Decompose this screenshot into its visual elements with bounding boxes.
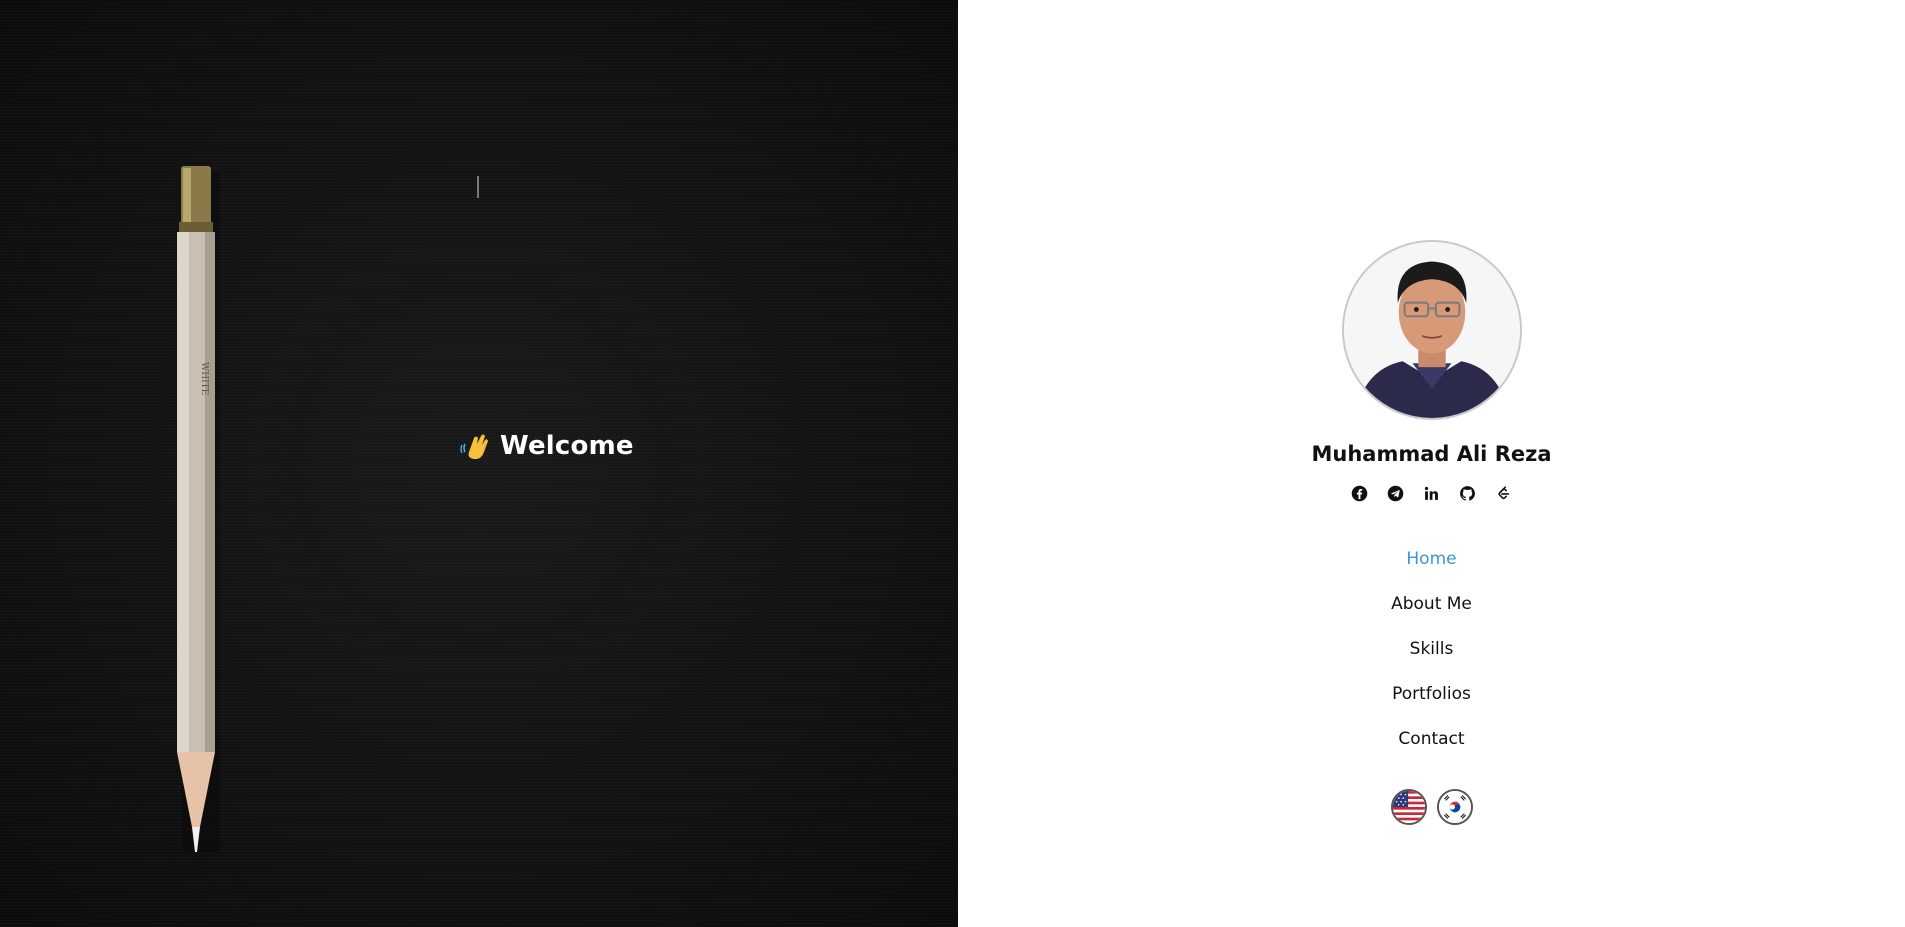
leetcode-link[interactable] bbox=[1495, 484, 1513, 502]
hero-section: WHITE Welcome bbox=[0, 0, 958, 927]
facebook-icon bbox=[1351, 485, 1368, 501]
waving-hand-icon bbox=[460, 434, 488, 460]
language-switcher bbox=[1390, 789, 1473, 825]
nav-item-home[interactable]: Home bbox=[1406, 536, 1456, 581]
main-nav: Home About Me Skills Portfolios Contact bbox=[1391, 536, 1472, 761]
linkedin-icon bbox=[1424, 486, 1438, 500]
welcome-text: Welcome bbox=[500, 431, 634, 461]
nav-item-contact[interactable]: Contact bbox=[1398, 716, 1464, 761]
leetcode-icon bbox=[1498, 485, 1510, 499]
github-icon bbox=[1460, 485, 1475, 501]
pencil-image: WHITE bbox=[177, 166, 220, 852]
us-flag-icon[interactable] bbox=[1390, 789, 1427, 825]
svg-text:WHITE: WHITE bbox=[199, 362, 209, 395]
sidebar: Muhammad Ali Reza Home About Me Skills P… bbox=[958, 0, 1905, 927]
typing-cursor bbox=[477, 176, 479, 198]
facebook-link[interactable] bbox=[1351, 484, 1369, 502]
profile-photo bbox=[1343, 242, 1520, 418]
korea-flag-icon[interactable] bbox=[1436, 789, 1473, 825]
github-link[interactable] bbox=[1459, 484, 1477, 502]
nav-item-skills[interactable]: Skills bbox=[1410, 626, 1454, 671]
social-links bbox=[1351, 484, 1513, 502]
welcome-heading: Welcome bbox=[460, 430, 634, 462]
telegram-link[interactable] bbox=[1387, 484, 1405, 502]
linkedin-link[interactable] bbox=[1423, 484, 1441, 502]
profile-section: Muhammad Ali Reza Home About Me Skills P… bbox=[958, 240, 1905, 825]
nav-item-portfolios[interactable]: Portfolios bbox=[1392, 671, 1471, 716]
nav-item-about-me[interactable]: About Me bbox=[1391, 581, 1472, 626]
profile-name: Muhammad Ali Reza bbox=[1311, 442, 1552, 466]
avatar bbox=[1341, 240, 1522, 420]
telegram-icon bbox=[1387, 485, 1404, 501]
